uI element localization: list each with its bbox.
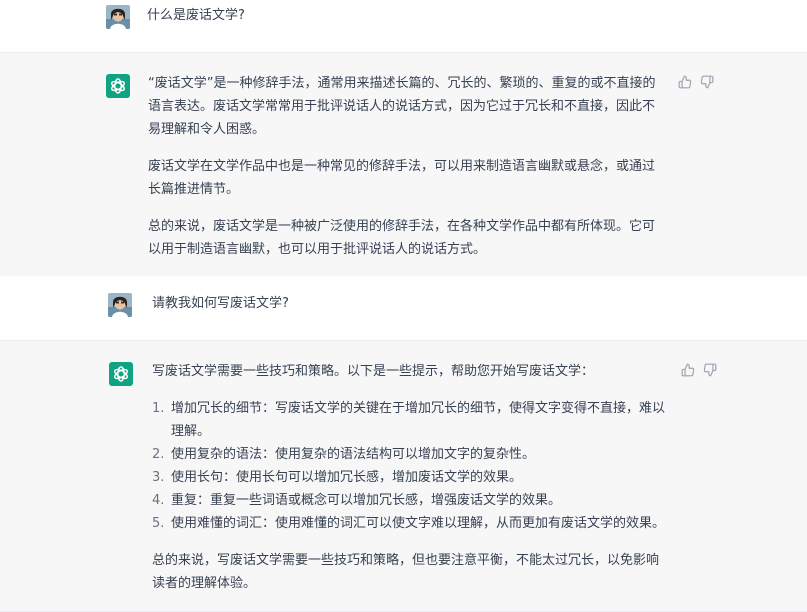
list-number: 3. [152,470,165,485]
thumbs-down-icon[interactable] [703,363,717,377]
user-message-row: 请教我如何写废话文学? [0,276,807,340]
list-item: 2. 使用复杂的语法：使用复杂的语法结构可以增加文字的复杂性。 [152,443,670,466]
feedback-buttons [678,75,714,89]
list-item-text: 使用长句：使用长句可以增加冗长感，增加废话文学的效果。 [171,470,523,485]
answer-outro: 总的来说，写废话文学需要一些技巧和策略，但也要注意平衡，不能太过冗长，以免影响读… [152,553,660,591]
user-message-text: 什么是废话文学? [147,8,245,23]
assistant-message-row: “废话文学”是一种修辞手法，通常用来描述长篇的、冗长的、繁琐的、重复的或不直接的… [0,52,807,277]
assistant-message-text: 写废话文学需要一些技巧和策略。以下是一些提示，帮助您开始写废话文学： 1. 增加冗… [152,360,670,595]
thumbs-down-icon[interactable] [700,75,714,89]
list-number: 2. [152,447,165,462]
user-avatar [106,5,130,29]
tips-list: 1. 增加冗长的细节：写废话文学的关键在于增加冗长的细节，使得文字变得不直接，难以… [152,397,670,535]
user-message-text: 请教我如何写废话文学? [152,296,289,311]
list-item: 1. 增加冗长的细节：写废话文学的关键在于增加冗长的细节，使得文字变得不直接，难以… [152,397,670,443]
feedback-buttons [681,363,717,377]
assistant-message-text: “废话文学”是一种修辞手法，通常用来描述长篇的、冗长的、繁琐的、重复的或不直接的… [148,72,660,261]
user-message-row: 什么是废话文学? [0,0,807,52]
list-item: 5. 使用难懂的词汇：使用难懂的词汇可以使文字难以理解，从而更加有废话文学的效果。 [152,512,670,535]
answer-paragraph: “废话文学”是一种修辞手法，通常用来描述长篇的、冗长的、繁琐的、重复的或不直接的… [148,76,656,137]
list-item-text: 使用难懂的词汇：使用难懂的词汇可以使文字难以理解，从而更加有废话文学的效果。 [171,516,666,531]
list-item: 4. 重复：重复一些词语或概念可以增加冗长感，增强废话文学的效果。 [152,489,670,512]
answer-paragraph: 废话文学在文学作品中也是一种常见的修辞手法，可以用来制造语言幽默或悬念，或通过长… [148,159,656,197]
list-item-text: 增加冗长的细节：写废话文学的关键在于增加冗长的细节，使得文字变得不直接，难以理解… [171,401,666,439]
thumbs-up-icon[interactable] [678,75,692,89]
list-item: 3. 使用长句：使用长句可以增加冗长感，增加废话文学的效果。 [152,466,670,489]
answer-paragraph: 总的来说，废话文学是一种被广泛使用的修辞手法，在各种文学作品中都有所体现。它可以… [148,219,656,257]
list-number: 4. [152,493,165,508]
answer-intro: 写废话文学需要一些技巧和策略。以下是一些提示，帮助您开始写废话文学： [152,364,595,379]
user-avatar [108,293,132,317]
assistant-message-row: 写废话文学需要一些技巧和策略。以下是一些提示，帮助您开始写废话文学： 1. 增加冗… [0,340,807,612]
list-item-text: 重复：重复一些词语或概念可以增加冗长感，增强废话文学的效果。 [171,493,562,508]
openai-logo-icon [109,362,133,386]
thumbs-up-icon[interactable] [681,363,695,377]
list-item-text: 使用复杂的语法：使用复杂的语法结构可以增加文字的复杂性。 [171,447,536,462]
list-number: 5. [152,516,165,531]
openai-logo-icon [106,74,130,98]
list-number: 1. [152,401,165,416]
